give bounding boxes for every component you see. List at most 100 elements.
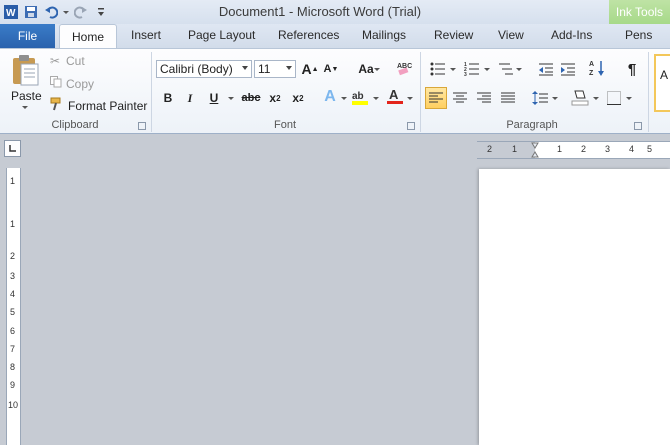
text-effects-dropdown-icon[interactable] bbox=[341, 97, 347, 100]
font-size-select[interactable]: 11 bbox=[254, 60, 296, 78]
document-page[interactable] bbox=[479, 169, 670, 445]
tab-view[interactable]: View bbox=[498, 28, 524, 42]
ruler-number: 2 bbox=[10, 251, 16, 261]
ruler-number: 5 bbox=[10, 307, 16, 317]
multilevel-list-icon[interactable] bbox=[496, 59, 516, 79]
align-left-icon[interactable] bbox=[425, 87, 447, 109]
ruler-number: 2 bbox=[581, 144, 587, 154]
svg-text:ab: ab bbox=[352, 91, 364, 102]
format-painter-button[interactable]: Format Painter bbox=[50, 97, 147, 114]
strikethrough-icon[interactable]: abc bbox=[240, 88, 262, 108]
paste-button[interactable]: Paste bbox=[11, 89, 42, 103]
cut-button[interactable]: ✂ Cut bbox=[50, 54, 85, 68]
ruler-number: 4 bbox=[10, 289, 16, 299]
paintbrush-icon bbox=[50, 97, 68, 114]
tab-file[interactable]: File bbox=[0, 24, 55, 48]
tab-insert[interactable]: Insert bbox=[131, 28, 161, 42]
text-effects-icon[interactable]: A bbox=[320, 87, 340, 107]
ink-tools-label: Ink Tools bbox=[615, 5, 664, 19]
svg-text:A: A bbox=[589, 61, 594, 68]
ruler-number: 5 bbox=[647, 144, 653, 154]
line-spacing-icon[interactable] bbox=[530, 88, 550, 108]
sort-icon[interactable]: AZ bbox=[588, 58, 608, 78]
font-family-value: Calibri (Body) bbox=[160, 62, 233, 76]
underline-icon[interactable]: U bbox=[204, 88, 224, 108]
ruler-number: 3 bbox=[605, 144, 611, 154]
ruler-number: 6 bbox=[10, 326, 16, 336]
ruler-number: 4 bbox=[629, 144, 635, 154]
shading-dropdown-icon[interactable] bbox=[593, 97, 599, 100]
paste-icon[interactable] bbox=[10, 54, 40, 91]
ruler-number: 1 bbox=[10, 176, 16, 186]
bullets-dropdown-icon[interactable] bbox=[450, 68, 456, 71]
ruler-number: 7 bbox=[10, 344, 16, 354]
clipboard-launcher-icon[interactable] bbox=[138, 122, 146, 130]
highlight-dropdown-icon[interactable] bbox=[373, 97, 379, 100]
paste-dropdown-icon[interactable] bbox=[22, 106, 28, 109]
font-color-icon[interactable]: A bbox=[385, 86, 405, 106]
style-preview-label: A bbox=[659, 68, 668, 82]
borders-dropdown-icon[interactable] bbox=[626, 97, 632, 100]
horizontal-ruler[interactable]: 2 1 1 2 3 4 5 bbox=[477, 141, 670, 159]
borders-icon[interactable] bbox=[604, 88, 624, 108]
highlight-icon[interactable]: ab bbox=[350, 87, 370, 107]
increase-indent-icon[interactable] bbox=[558, 59, 578, 79]
svg-text:A: A bbox=[389, 87, 399, 102]
shading-icon[interactable] bbox=[570, 87, 590, 107]
numbering-icon[interactable]: 123 bbox=[462, 59, 482, 79]
multilevel-dropdown-icon[interactable] bbox=[516, 68, 522, 71]
numbering-dropdown-icon[interactable] bbox=[484, 68, 490, 71]
font-group-label: Font bbox=[273, 119, 296, 131]
font-launcher-icon[interactable] bbox=[407, 122, 415, 130]
shrink-font-icon[interactable]: A ▼ bbox=[321, 59, 341, 79]
ruler-number: 1 bbox=[10, 219, 16, 229]
font-family-select[interactable]: Calibri (Body) bbox=[156, 60, 252, 78]
ruler-tab-selector[interactable] bbox=[4, 140, 21, 157]
grow-font-icon[interactable]: A ▲ bbox=[300, 59, 320, 79]
clear-formatting-icon[interactable]: ABC bbox=[394, 58, 414, 78]
ruler-number: 9 bbox=[10, 380, 16, 390]
copy-label: Copy bbox=[66, 76, 95, 91]
font-size-value: 11 bbox=[258, 62, 271, 76]
tab-home[interactable]: Home bbox=[59, 24, 117, 49]
align-center-icon[interactable] bbox=[450, 88, 470, 108]
font-color-dropdown-icon[interactable] bbox=[407, 97, 413, 100]
vertical-ruler[interactable]: 1 1 2 3 4 5 6 7 8 9 10 bbox=[6, 168, 21, 445]
group-divider bbox=[648, 52, 649, 132]
ruler-number: 2 bbox=[487, 144, 493, 154]
cut-label: Cut bbox=[66, 54, 85, 68]
line-spacing-dropdown-icon[interactable] bbox=[552, 97, 558, 100]
ruler-number: 1 bbox=[557, 144, 563, 154]
bullets-icon[interactable] bbox=[428, 59, 448, 79]
align-right-icon[interactable] bbox=[474, 88, 494, 108]
style-normal-tile[interactable]: A bbox=[654, 54, 670, 112]
tab-pens[interactable]: Pens bbox=[625, 28, 652, 42]
tab-mailings[interactable]: Mailings bbox=[362, 28, 406, 42]
copy-button[interactable]: Copy bbox=[50, 76, 94, 91]
show-formatting-marks-icon[interactable]: ¶ bbox=[622, 59, 642, 79]
decrease-indent-icon[interactable] bbox=[536, 59, 556, 79]
bold-icon[interactable]: B bbox=[158, 88, 178, 108]
ruler-number: 1 bbox=[512, 144, 518, 154]
svg-text:3: 3 bbox=[464, 72, 467, 76]
ruler-number: 8 bbox=[10, 362, 16, 372]
subscript-icon[interactable]: x2 bbox=[265, 88, 285, 108]
ruler-number: 10 bbox=[8, 400, 19, 410]
justify-icon[interactable] bbox=[498, 88, 518, 108]
paragraph-launcher-icon[interactable] bbox=[634, 122, 642, 130]
copy-icon bbox=[50, 76, 66, 91]
clipboard-group-label: Clipboard bbox=[51, 119, 99, 131]
window-title: Document1 - Microsoft Word (Trial) bbox=[218, 4, 422, 19]
change-case-dropdown-icon[interactable] bbox=[374, 68, 380, 71]
tab-add-ins[interactable]: Add-Ins bbox=[551, 28, 592, 42]
underline-dropdown-icon[interactable] bbox=[228, 97, 234, 100]
tab-references[interactable]: References bbox=[278, 28, 339, 42]
tab-review[interactable]: Review bbox=[434, 28, 473, 42]
change-case-label: Aa bbox=[358, 62, 374, 76]
italic-icon[interactable]: I bbox=[180, 88, 200, 108]
superscript-icon[interactable]: x2 bbox=[288, 88, 308, 108]
svg-text:Z: Z bbox=[589, 70, 594, 77]
ruler-number: 3 bbox=[10, 271, 16, 281]
tab-page-layout[interactable]: Page Layout bbox=[188, 28, 255, 42]
paragraph-group-label: Paragraph bbox=[506, 119, 558, 131]
